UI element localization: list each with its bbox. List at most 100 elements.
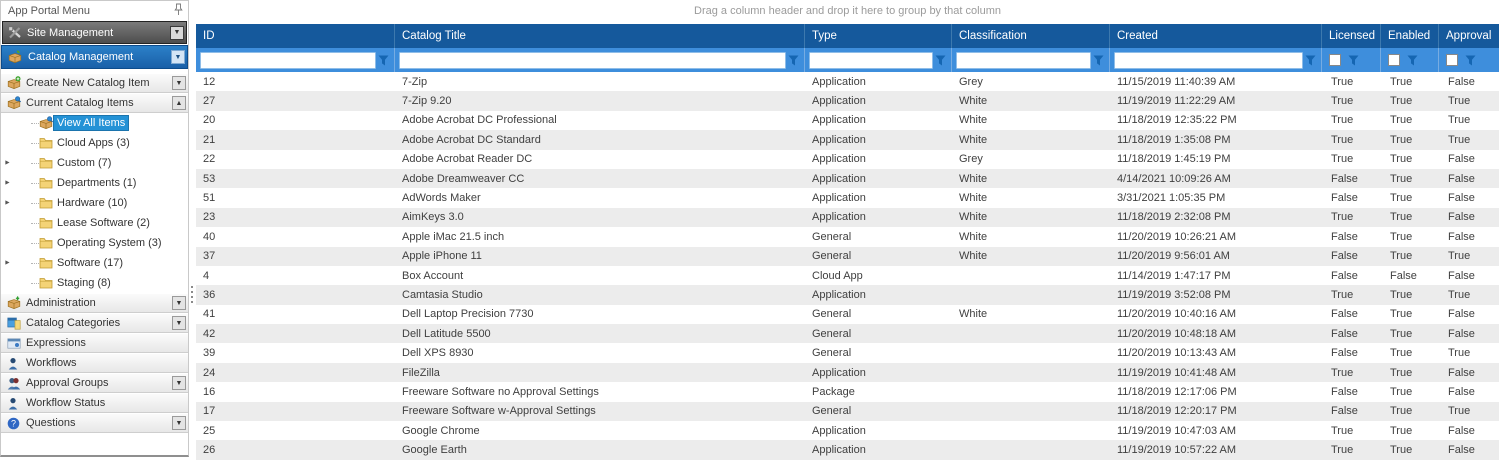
tree-item-operating-system-3[interactable]: Operating System (3) bbox=[1, 233, 188, 253]
cell-licensed: True bbox=[1322, 289, 1381, 301]
tree-item-lease-software-2[interactable]: Lease Software (2) bbox=[1, 213, 188, 233]
cell-enabled: True bbox=[1381, 289, 1439, 301]
table-row[interactable]: 26Google EarthApplication11/19/2019 10:5… bbox=[196, 440, 1499, 459]
table-row[interactable]: 53Adobe Dreamweaver CCApplicationWhite4/… bbox=[196, 169, 1499, 188]
table-row[interactable]: 16Freeware Software no Approval Settings… bbox=[196, 382, 1499, 401]
table-row[interactable]: 4Box AccountCloud App11/14/2019 1:47:17 … bbox=[196, 266, 1499, 285]
sidebar-splitter[interactable] bbox=[189, 0, 196, 460]
table-row[interactable]: 37Apple iPhone 11GeneralWhite11/20/2019 … bbox=[196, 247, 1499, 266]
filter-input-catalog-title[interactable] bbox=[399, 52, 786, 69]
filter-funnel-icon-licensed[interactable] bbox=[1346, 55, 1361, 66]
table-row[interactable]: 22Adobe Acrobat Reader DCApplicationGrey… bbox=[196, 150, 1499, 169]
expand-button-approval-groups[interactable]: ▼ bbox=[172, 376, 186, 390]
tree-item-staging-8[interactable]: Staging (8) bbox=[1, 273, 188, 293]
filter-funnel-icon-enabled[interactable] bbox=[1405, 55, 1420, 66]
table-row[interactable]: 39Dell XPS 8930General11/20/2019 10:13:4… bbox=[196, 343, 1499, 362]
filter-input-id[interactable] bbox=[200, 52, 376, 69]
column-header-created[interactable]: Created bbox=[1110, 24, 1322, 48]
cell-type: Package bbox=[805, 386, 952, 398]
filter-funnel-icon-created[interactable] bbox=[1303, 55, 1318, 66]
column-header-approval[interactable]: Approval bbox=[1439, 24, 1499, 48]
sidebar-item-expressions[interactable]: Expressions bbox=[1, 333, 188, 353]
table-row[interactable]: 36Camtasia StudioApplication11/19/2019 3… bbox=[196, 285, 1499, 304]
sidebar-item-catalog-categories[interactable]: Catalog Categories▼ bbox=[1, 313, 188, 333]
filter-input-created[interactable] bbox=[1114, 52, 1303, 69]
filter-checkbox-approval[interactable] bbox=[1446, 54, 1458, 66]
cell-id: 26 bbox=[196, 444, 395, 456]
cell-title: Adobe Acrobat Reader DC bbox=[395, 153, 805, 165]
expand-button-administration[interactable]: ▼ bbox=[172, 296, 186, 310]
collapse-button-current-catalog-items[interactable]: ▲ bbox=[172, 96, 186, 110]
table-row[interactable]: 23AimKeys 3.0ApplicationWhite11/18/2019 … bbox=[196, 208, 1499, 227]
cell-created: 11/18/2019 2:32:08 PM bbox=[1110, 211, 1322, 223]
cell-id: 53 bbox=[196, 173, 395, 185]
sidebar-item-catalog-management[interactable]: Catalog Management▼ bbox=[1, 45, 188, 69]
filter-checkbox-enabled[interactable] bbox=[1388, 54, 1400, 66]
sidebar-item-workflow-status[interactable]: Workflow Status bbox=[1, 393, 188, 413]
filter-funnel-icon-type[interactable] bbox=[933, 55, 948, 66]
table-row[interactable]: 127-ZipApplicationGrey11/15/2019 11:40:3… bbox=[196, 72, 1499, 91]
table-row[interactable]: 17Freeware Software w-Approval SettingsG… bbox=[196, 402, 1499, 421]
filter-input-type[interactable] bbox=[809, 52, 933, 69]
table-row[interactable]: 25Google ChromeApplication11/19/2019 10:… bbox=[196, 421, 1499, 440]
expand-button-site-management[interactable]: ▼ bbox=[170, 26, 184, 40]
folder-icon bbox=[38, 257, 53, 269]
column-header-label: Enabled bbox=[1388, 30, 1430, 42]
expand-button-questions[interactable]: ▼ bbox=[172, 416, 186, 430]
cell-title: Dell XPS 8930 bbox=[395, 347, 805, 359]
column-header-id[interactable]: ID bbox=[196, 24, 395, 48]
cell-enabled: True bbox=[1381, 328, 1439, 340]
tree-item-software-17[interactable]: ► Software (17) bbox=[1, 253, 188, 273]
tree-item-departments-1[interactable]: ►Departments (1) bbox=[1, 173, 188, 193]
table-row[interactable]: 40Apple iMac 21.5 inchGeneralWhite11/20/… bbox=[196, 227, 1499, 246]
filter-funnel-icon-approval[interactable] bbox=[1463, 55, 1478, 66]
filter-input-classification[interactable] bbox=[956, 52, 1091, 69]
sidebar-item-site-management[interactable]: Site Management▼ bbox=[2, 21, 187, 44]
cell-approval: False bbox=[1439, 367, 1499, 379]
sidebar-item-administration[interactable]: Administration▼ bbox=[1, 293, 188, 313]
sidebar-item-questions[interactable]: ?Questions▼ bbox=[1, 413, 188, 433]
column-header-enabled[interactable]: Enabled bbox=[1381, 24, 1439, 48]
expand-arrow-icon[interactable]: ► bbox=[4, 260, 11, 267]
cell-created: 11/19/2019 10:57:22 AM bbox=[1110, 444, 1322, 456]
cell-classification: White bbox=[952, 231, 1110, 243]
expand-button-catalog-categories[interactable]: ▼ bbox=[172, 316, 186, 330]
expand-arrow-icon[interactable]: ► bbox=[4, 180, 11, 187]
cell-approval: False bbox=[1439, 328, 1499, 340]
expand-arrow-icon[interactable]: ► bbox=[4, 200, 11, 207]
cell-licensed: False bbox=[1322, 231, 1381, 243]
tree-item-hardware-10[interactable]: ►Hardware (10) bbox=[1, 193, 188, 213]
expand-button-create-new-catalog-item[interactable]: ▼ bbox=[172, 76, 186, 90]
administration-icon bbox=[6, 296, 21, 310]
table-row[interactable]: 42Dell Latitude 5500General11/20/2019 10… bbox=[196, 324, 1499, 343]
table-row[interactable]: 277-Zip 9.20ApplicationWhite11/19/2019 1… bbox=[196, 91, 1499, 110]
expand-button-catalog-management[interactable]: ▼ bbox=[171, 50, 185, 64]
filter-funnel-icon-classification[interactable] bbox=[1091, 55, 1106, 66]
table-row[interactable]: 24FileZillaApplication11/19/2019 10:41:4… bbox=[196, 363, 1499, 382]
tree-item-label: Software (17) bbox=[53, 256, 127, 270]
cell-classification: White bbox=[952, 173, 1110, 185]
table-row[interactable]: 20Adobe Acrobat DC ProfessionalApplicati… bbox=[196, 111, 1499, 130]
table-row[interactable]: 41Dell Laptop Precision 7730GeneralWhite… bbox=[196, 305, 1499, 324]
pin-icon[interactable] bbox=[174, 3, 183, 19]
column-header-catalog-title[interactable]: Catalog Title bbox=[395, 24, 805, 48]
table-row[interactable]: 51AdWords MakerApplicationWhite3/31/2021… bbox=[196, 188, 1499, 207]
sidebar-item-current-catalog-items[interactable]: Current Catalog Items▲ bbox=[1, 93, 188, 113]
table-row[interactable]: 21Adobe Acrobat DC StandardApplicationWh… bbox=[196, 130, 1499, 149]
cell-title: Freeware Software no Approval Settings bbox=[395, 386, 805, 398]
sidebar-item-approval-groups[interactable]: Approval Groups▼ bbox=[1, 373, 188, 393]
sidebar-item-workflows[interactable]: Workflows bbox=[1, 353, 188, 373]
column-header-type[interactable]: Type bbox=[805, 24, 952, 48]
cell-licensed: False bbox=[1322, 270, 1381, 282]
svg-text:?: ? bbox=[11, 418, 16, 428]
sidebar-item-create-new-catalog-item[interactable]: Create New Catalog Item▼ bbox=[1, 73, 188, 93]
expand-arrow-icon[interactable]: ► bbox=[4, 160, 11, 167]
tree-item-view-all-items[interactable]: View All Items bbox=[1, 113, 188, 133]
filter-funnel-icon-catalog-title[interactable] bbox=[786, 55, 801, 66]
column-header-licensed[interactable]: Licensed bbox=[1322, 24, 1381, 48]
tree-item-cloud-apps-3[interactable]: Cloud Apps (3) bbox=[1, 133, 188, 153]
column-header-classification[interactable]: Classification bbox=[952, 24, 1110, 48]
filter-checkbox-licensed[interactable] bbox=[1329, 54, 1341, 66]
filter-funnel-icon-id[interactable] bbox=[376, 55, 391, 66]
tree-item-custom-7[interactable]: ►Custom (7) bbox=[1, 153, 188, 173]
